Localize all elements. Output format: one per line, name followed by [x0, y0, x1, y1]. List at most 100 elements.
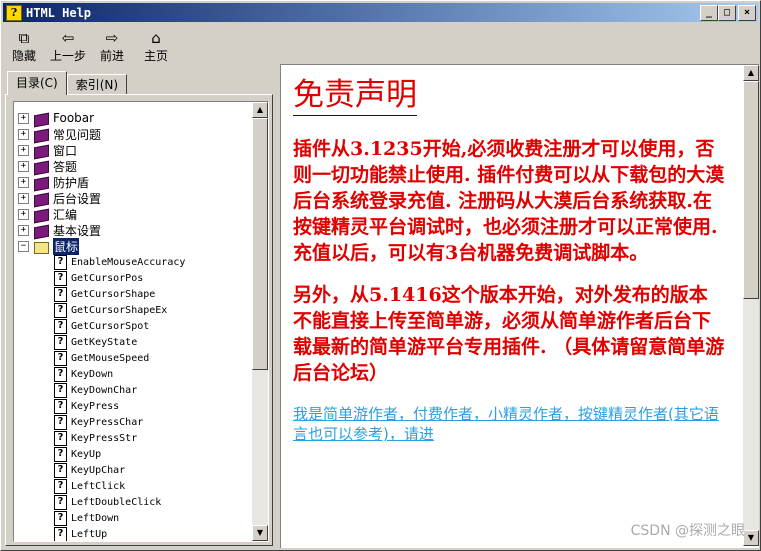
expand-icon[interactable]: + — [18, 128, 29, 140]
tree-page[interactable]: ? GetKeyState — [54, 334, 250, 350]
closed-book-icon — [33, 128, 49, 141]
help-page-icon: ? — [54, 382, 67, 398]
help-page-icon: ? — [54, 286, 67, 302]
tree-book[interactable]: + 防护盾 — [14, 174, 250, 190]
tree-page-label: KeyPress — [71, 400, 120, 412]
tree-page-label: EnableMouseAccuracy — [71, 256, 186, 268]
back-arrow-icon: ⇦ — [61, 29, 75, 47]
tree-page[interactable]: ? KeyPress — [54, 398, 250, 414]
tree-page-label: LeftUp — [71, 528, 108, 540]
tree-book[interactable]: + 常见问题 — [14, 126, 250, 142]
tree-page[interactable]: ? KeyUp — [54, 446, 250, 462]
tree-page[interactable]: ? KeyPressStr — [54, 430, 250, 446]
expand-icon[interactable]: + — [18, 192, 29, 204]
topic-scrollbar[interactable]: ▲ ▼ — [743, 65, 759, 546]
help-page-icon: ? — [54, 510, 67, 526]
tree-page[interactable]: ? KeyPressChar — [54, 414, 250, 430]
expand-icon[interactable]: + — [18, 144, 29, 156]
tree-page-label: GetMouseSpeed — [71, 352, 150, 364]
expand-icon[interactable]: + — [18, 208, 29, 220]
minimize-button[interactable]: _ — [700, 5, 718, 21]
closed-book-icon — [33, 224, 49, 237]
topic-title: 免责声明 — [293, 75, 417, 116]
tab-contents[interactable]: 目录(C) — [7, 71, 67, 95]
tab-index[interactable]: 索引(N) — [66, 74, 128, 95]
help-page-icon: ? — [54, 334, 67, 350]
tree-page-label: KeyUpChar — [71, 464, 126, 476]
scroll-up-button[interactable]: ▲ — [252, 102, 268, 118]
close-button[interactable]: × — [738, 5, 756, 21]
help-page-icon: ? — [54, 430, 67, 446]
tree-page[interactable]: ? LeftUp — [54, 526, 250, 541]
tree-page[interactable]: ? LeftDoubleClick — [54, 494, 250, 510]
tree-page-label: KeyDown — [71, 368, 114, 380]
help-page-icon: ? — [54, 398, 67, 414]
help-page-icon: ? — [54, 350, 67, 366]
tree-scrollbar[interactable]: ▲ ▼ — [252, 102, 268, 541]
scroll-down-button[interactable]: ▼ — [252, 525, 268, 541]
tree-page[interactable]: ? GetMouseSpeed — [54, 350, 250, 366]
tree-book-label: Foobar — [53, 111, 95, 125]
tree-book-label: 防护盾 — [53, 175, 90, 190]
scroll-thumb[interactable] — [252, 118, 268, 370]
expand-icon[interactable]: + — [18, 176, 29, 188]
tree-book-label-selected: 鼠标 — [53, 237, 80, 255]
expand-icon[interactable]: + — [18, 224, 29, 236]
tree-book-label: 后台设置 — [53, 191, 102, 206]
tree-page[interactable]: ? LeftClick — [54, 478, 250, 494]
pane-splitter[interactable] — [275, 63, 279, 549]
hide-label: 隐藏 — [11, 49, 36, 63]
tree-page-label: GetCursorSpot — [71, 320, 150, 332]
help-page-icon: ? — [54, 366, 67, 382]
tree-book[interactable]: + Foobar — [14, 110, 250, 126]
tree-page[interactable]: ? LeftDown — [54, 510, 250, 526]
help-page-icon: ? — [54, 526, 67, 541]
help-app-icon: ? — [6, 4, 22, 21]
tree-book[interactable]: + 答题 — [14, 158, 250, 174]
window-title: HTML Help — [26, 5, 92, 20]
tree-page[interactable]: ? KeyUpChar — [54, 462, 250, 478]
tree-book[interactable]: + 汇编 — [14, 206, 250, 222]
navigation-pane: 目录(C) 索引(N) + Foobar + 常见问题 + 窗口 + 答题 + 防护盾 + 后台设置 +… — [5, 67, 273, 546]
topic-scroll-thumb[interactable] — [743, 81, 759, 299]
back-label: 上一步 — [49, 49, 86, 63]
topic-scroll-down-button[interactable]: ▼ — [743, 530, 759, 546]
forward-label: 前进 — [99, 49, 124, 63]
contents-tree[interactable]: + Foobar + 常见问题 + 窗口 + 答题 + 防护盾 + 后台设置 + 汇编 + 基本设置 − 鼠标? E… — [13, 101, 269, 542]
tree-page[interactable]: ? GetCursorPos — [54, 270, 250, 286]
open-book-icon — [33, 240, 49, 254]
expand-icon[interactable]: + — [18, 112, 29, 124]
closed-book-icon — [33, 160, 49, 173]
tree-book[interactable]: + 后台设置 — [14, 190, 250, 206]
author-link[interactable]: 我是简单游作者，付费作者，小精灵作者，按键精灵作者(其它语言也可以参考)，请进 — [293, 404, 725, 444]
home-button[interactable]: ⌂ 主页 — [137, 25, 175, 63]
home-label: 主页 — [143, 49, 168, 63]
tree-book[interactable]: + 基本设置 — [14, 222, 250, 238]
forward-button[interactable]: ⇨ 前进 — [93, 25, 131, 63]
collapse-icon[interactable]: − — [18, 240, 29, 252]
tree-page[interactable]: ? GetCursorShapeEx — [54, 302, 250, 318]
watermark: CSDN @探测之眼 — [630, 523, 745, 539]
maximize-button[interactable]: □ — [718, 5, 736, 21]
tree-page[interactable]: ? GetCursorShape — [54, 286, 250, 302]
tree-page-label: GetCursorPos — [71, 272, 144, 284]
help-page-icon: ? — [54, 446, 67, 462]
tree-page-label: LeftClick — [71, 480, 126, 492]
title-bar[interactable]: ? HTML Help _ □ × — [3, 3, 758, 22]
tree-page[interactable]: ? GetCursorSpot — [54, 318, 250, 334]
tree-page[interactable]: ? KeyDown — [54, 366, 250, 382]
topic-scroll-up-button[interactable]: ▲ — [743, 65, 759, 81]
tree-page[interactable]: ? EnableMouseAccuracy — [54, 254, 250, 270]
hide-button[interactable]: ⧉ 隐藏 — [5, 25, 43, 63]
hide-icon: ⧉ — [18, 29, 30, 47]
tree-book[interactable]: + 窗口 — [14, 142, 250, 158]
help-page-icon: ? — [54, 302, 67, 318]
back-button[interactable]: ⇦ 上一步 — [49, 25, 87, 63]
help-page-icon: ? — [54, 494, 67, 510]
closed-book-icon — [33, 192, 49, 205]
tree-book-label: 汇编 — [53, 207, 78, 222]
expand-icon[interactable]: + — [18, 160, 29, 172]
tree-book-open[interactable]: − 鼠标 — [14, 237, 250, 255]
tree-page[interactable]: ? KeyDownChar — [54, 382, 250, 398]
tab-body: + Foobar + 常见问题 + 窗口 + 答题 + 防护盾 + 后台设置 + 汇编 + 基本设置 − 鼠标? E… — [5, 94, 273, 546]
